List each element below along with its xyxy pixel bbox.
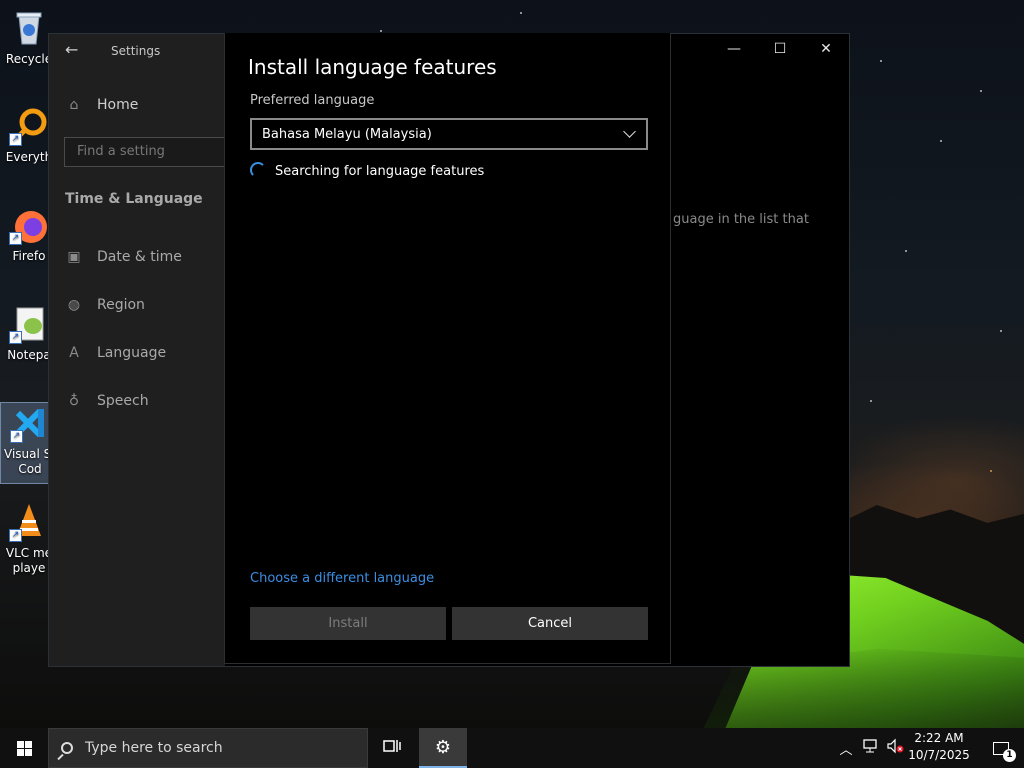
nav-region-label: Region: [97, 297, 145, 313]
selected-language: Bahasa Melayu (Malaysia): [262, 126, 432, 142]
volume-button[interactable]: [884, 728, 906, 768]
windows-logo-icon: [16, 740, 32, 756]
notepad-plus-plus-icon: ↗: [9, 304, 49, 344]
star: [880, 60, 882, 62]
status-text: Searching for language features: [275, 164, 485, 179]
star: [980, 90, 982, 92]
nav-date-time[interactable]: ▣ Date & time: [65, 249, 182, 265]
language-dropdown[interactable]: Bahasa Melayu (Malaysia): [250, 118, 648, 150]
globe-icon: ◍: [67, 297, 81, 313]
chevron-down-icon: [623, 124, 636, 138]
find-setting-input[interactable]: Find a setting: [64, 137, 225, 167]
nav-home-label: Home: [97, 97, 139, 113]
star: [990, 470, 992, 472]
show-hidden-icons-button[interactable]: ︿: [836, 728, 856, 768]
section-title: Time & Language: [65, 191, 203, 207]
loading-spinner-icon: [250, 162, 266, 178]
nav-speech[interactable]: ♁ Speech: [65, 393, 149, 409]
notification-count-badge: 1: [1003, 748, 1016, 762]
shortcut-arrow-icon: ↗: [9, 331, 22, 344]
shortcut-arrow-icon: ↗: [9, 232, 22, 245]
task-view-button[interactable]: [372, 728, 412, 768]
shortcut-arrow-icon: ↗: [9, 133, 22, 146]
language-icon: A: [69, 345, 79, 361]
install-language-features-dialog: Install language features Preferred lang…: [224, 33, 671, 664]
notification-icon: 1: [993, 741, 1016, 762]
settings-sidebar: ← Settings ⌂ Home Find a setting Time & …: [49, 34, 225, 666]
taskbar-search-box[interactable]: Type here to search: [48, 728, 368, 768]
background-description-text: guage in the list that: [673, 212, 809, 227]
network-button[interactable]: [860, 728, 882, 768]
clock-date: 10/7/2025: [908, 748, 970, 762]
task-view-icon: [383, 738, 401, 758]
shortcut-arrow-icon: ↗: [10, 430, 23, 443]
search-placeholder: Type here to search: [85, 740, 223, 756]
chevron-up-icon: ︿: [839, 742, 853, 758]
minimize-button[interactable]: —: [711, 34, 757, 64]
star: [1000, 330, 1002, 332]
nav-language[interactable]: A Language: [65, 345, 166, 361]
dialog-title: Install language features: [248, 55, 497, 79]
start-button[interactable]: [0, 728, 48, 768]
star: [520, 12, 522, 14]
nav-home[interactable]: ⌂ Home: [65, 97, 139, 113]
vlc-icon: ↗: [9, 502, 49, 542]
gear-icon: ⚙: [434, 736, 452, 758]
close-icon: ✕: [820, 41, 832, 57]
firefox-icon: ↗: [9, 205, 49, 245]
network-icon: [862, 738, 880, 758]
install-button[interactable]: Install: [250, 607, 446, 640]
choose-different-language-link[interactable]: Choose a different language: [250, 571, 434, 586]
microphone-icon: ♁: [68, 393, 80, 409]
taskbar-clock[interactable]: 2:22 AM 10/7/2025: [908, 730, 970, 764]
home-icon: ⌂: [69, 97, 79, 113]
action-center-button[interactable]: 1: [978, 728, 1024, 768]
everything-search-icon: ↗: [9, 106, 49, 146]
nav-region[interactable]: ◍ Region: [65, 297, 145, 313]
vscode-icon: ↗: [10, 403, 50, 443]
close-button[interactable]: ✕: [803, 34, 849, 64]
window-title: Settings: [111, 44, 161, 58]
preferred-language-label: Preferred language: [250, 93, 375, 108]
volume-muted-icon: [886, 738, 904, 758]
star: [940, 140, 942, 142]
maximize-icon: ☐: [773, 41, 787, 57]
star: [905, 250, 907, 252]
minimize-icon: —: [727, 41, 741, 57]
star: [870, 400, 872, 402]
search-icon: [61, 742, 73, 754]
nav-date-time-label: Date & time: [97, 249, 182, 265]
cancel-button[interactable]: Cancel: [452, 607, 648, 640]
nav-language-label: Language: [97, 345, 167, 361]
nav-speech-label: Speech: [97, 393, 149, 409]
calendar-clock-icon: ▣: [67, 249, 81, 265]
shortcut-arrow-icon: ↗: [9, 529, 22, 542]
taskbar: Type here to search ⚙ ︿ 2:22 AM 10/7/202…: [0, 728, 1024, 768]
taskbar-settings-app[interactable]: ⚙: [419, 728, 467, 768]
clock-time: 2:22 AM: [914, 731, 964, 745]
star: [380, 30, 382, 32]
back-arrow-icon[interactable]: ←: [65, 40, 81, 59]
recycle-bin-icon: [9, 8, 49, 48]
maximize-button[interactable]: ☐: [757, 34, 803, 64]
